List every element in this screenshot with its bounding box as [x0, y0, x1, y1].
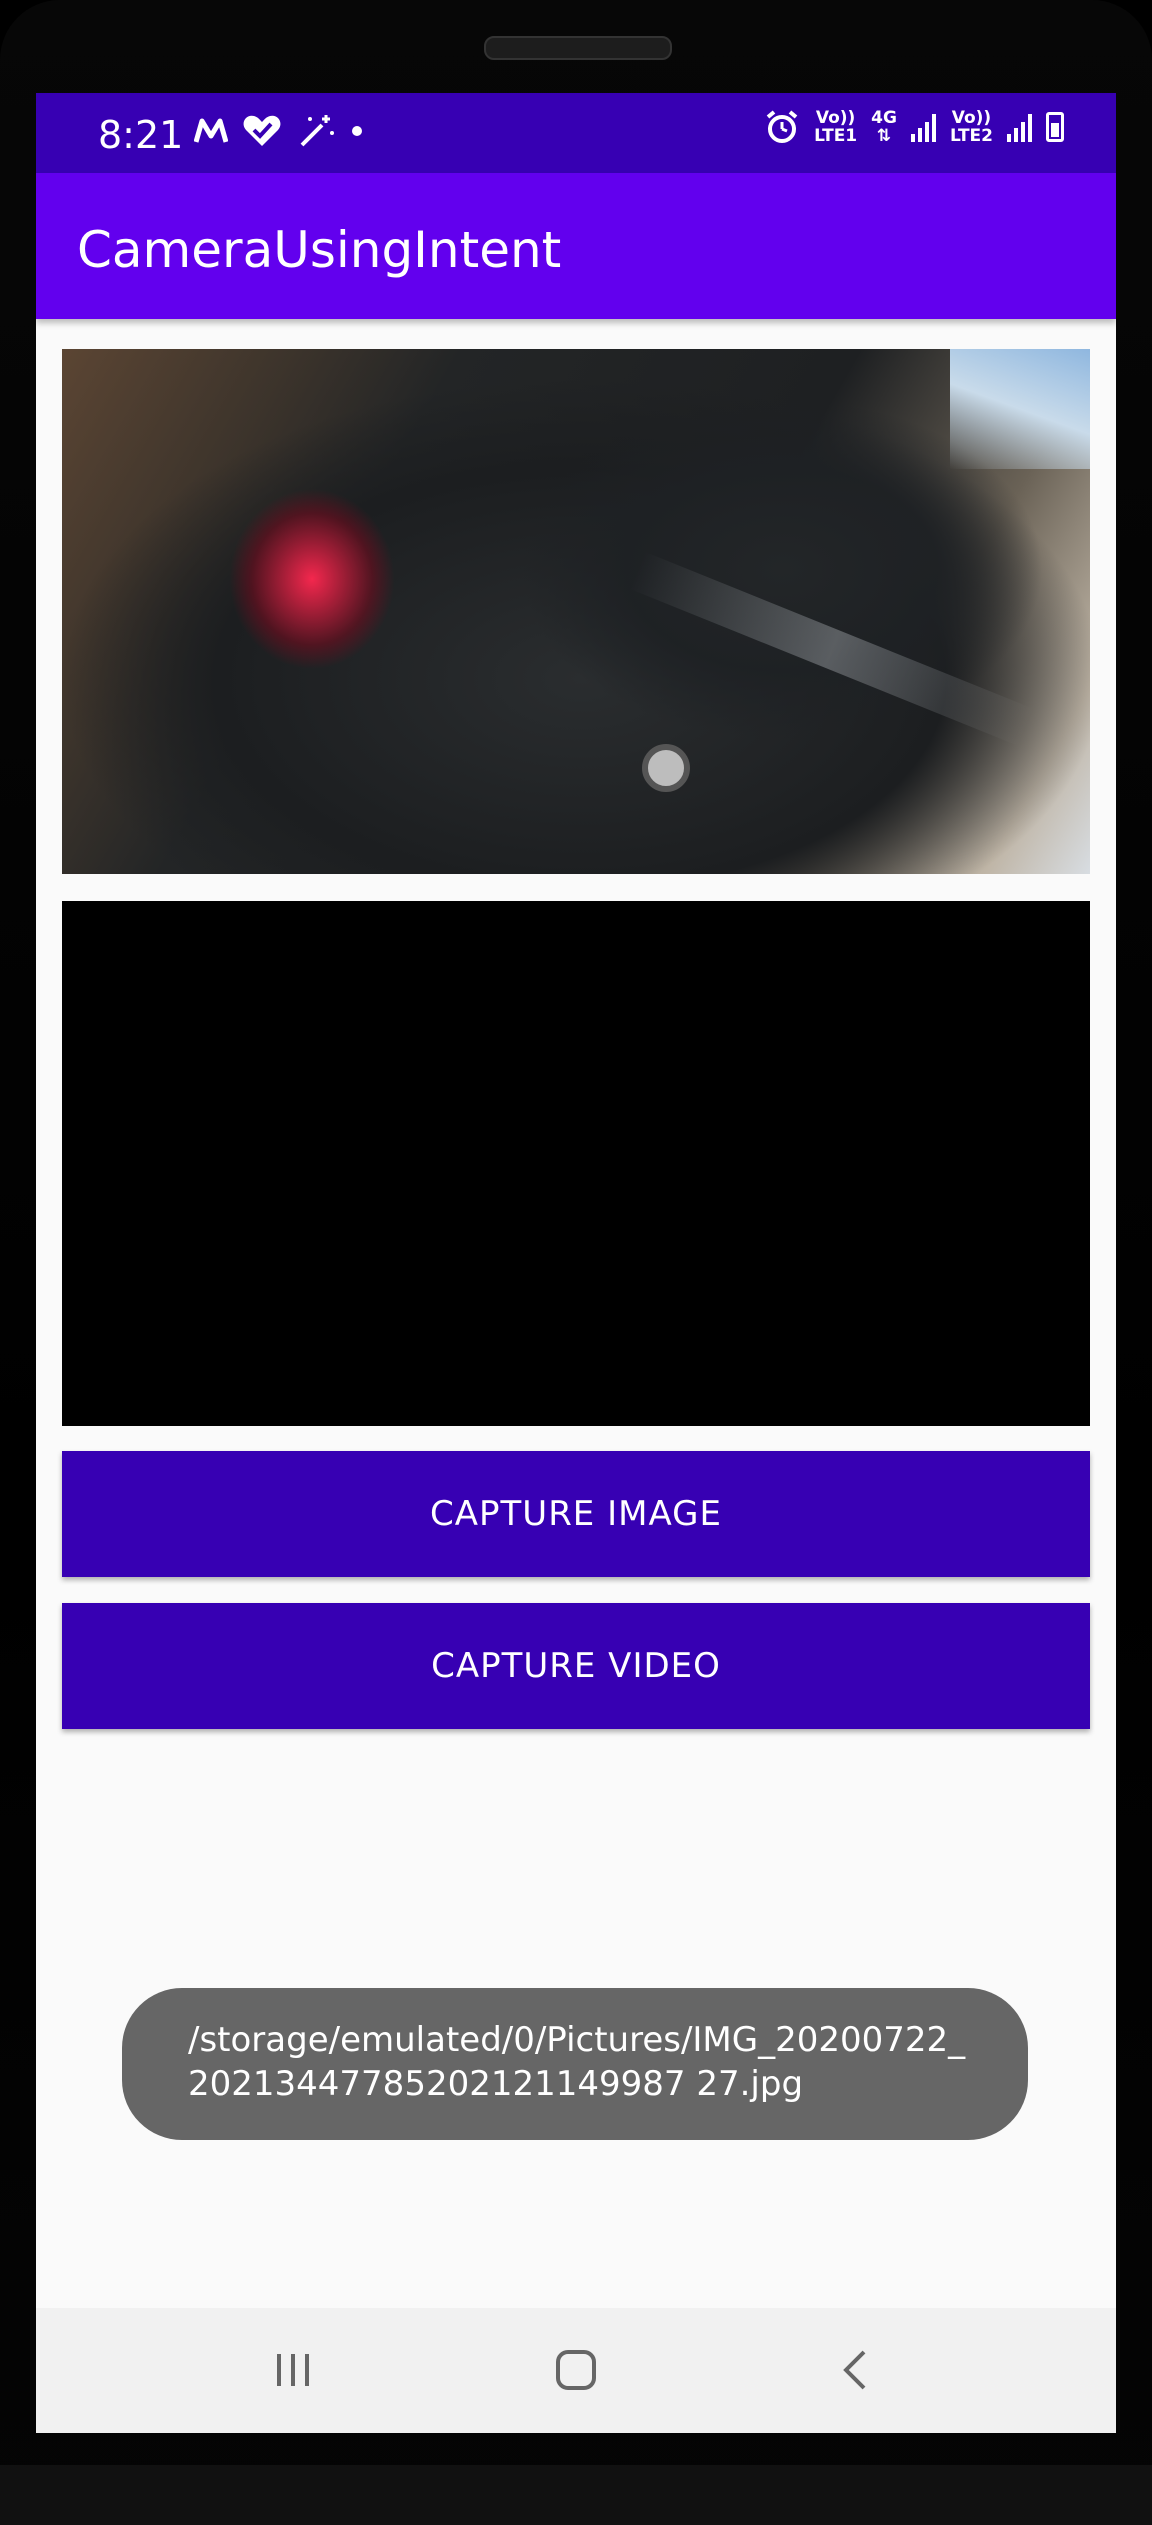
- home-button[interactable]: [541, 2338, 611, 2402]
- image-power-button: [642, 744, 690, 792]
- heart-check-icon: [243, 115, 281, 146]
- status-time: 8:21: [98, 113, 184, 157]
- signal-bars-1-icon: [910, 112, 936, 142]
- data-arrows-icon: ⇅: [876, 126, 892, 146]
- navigation-bar: [36, 2308, 1116, 2433]
- lte2-indicator: Vo)) LTE2: [950, 109, 993, 145]
- image-background-cloth: [950, 349, 1090, 469]
- app-bar: CameraUsingIntent: [36, 173, 1116, 319]
- back-button[interactable]: [820, 2338, 890, 2402]
- status-system-icons: Vo)) LTE1 4G ⇅ Vo)) LTE2: [764, 109, 1064, 145]
- magic-wand-icon: [300, 115, 334, 147]
- capture-image-button[interactable]: CAPTURE IMAGE: [62, 1451, 1090, 1577]
- network-type-label: 4G: [871, 108, 897, 128]
- back-icon: [843, 2350, 866, 2390]
- phone-chin: [0, 2465, 1152, 2525]
- dot-icon: [352, 126, 362, 136]
- m-logo-icon: [194, 118, 228, 143]
- status-notification-icons: [194, 113, 364, 149]
- volte2-label: Vo)): [951, 108, 992, 128]
- lte2-label: LTE2: [949, 126, 993, 146]
- speaker-grille: [484, 36, 672, 60]
- lte1-indicator: Vo)) LTE1: [814, 109, 857, 145]
- home-icon: [556, 2350, 596, 2390]
- signal-bars-2-icon: [1007, 112, 1032, 142]
- capture-video-button[interactable]: CAPTURE VIDEO: [62, 1603, 1090, 1729]
- lte1-label: LTE1: [814, 126, 858, 146]
- volte1-label: Vo)): [815, 108, 856, 128]
- recent-apps-button[interactable]: [258, 2338, 328, 2402]
- status-bar: 8:21 Vo)) LTE1 4G ⇅ Vo)) LTE2: [36, 93, 1116, 173]
- captured-image-preview: [62, 349, 1090, 874]
- app-title: CameraUsingIntent: [77, 221, 562, 279]
- phone-screen: 8:21 Vo)) LTE1 4G ⇅ Vo)) LTE2 CameraUsin…: [36, 93, 1116, 2433]
- recent-apps-icon: [277, 2354, 309, 2386]
- toast-message: /storage/emulated/0/Pictures/IMG_2020072…: [122, 1988, 1028, 2140]
- image-case-highlight: [629, 551, 1035, 747]
- battery-icon: [1046, 112, 1064, 142]
- network-type-indicator: 4G ⇅: [871, 109, 897, 145]
- alarm-icon: [766, 110, 798, 143]
- video-preview[interactable]: [62, 901, 1090, 1426]
